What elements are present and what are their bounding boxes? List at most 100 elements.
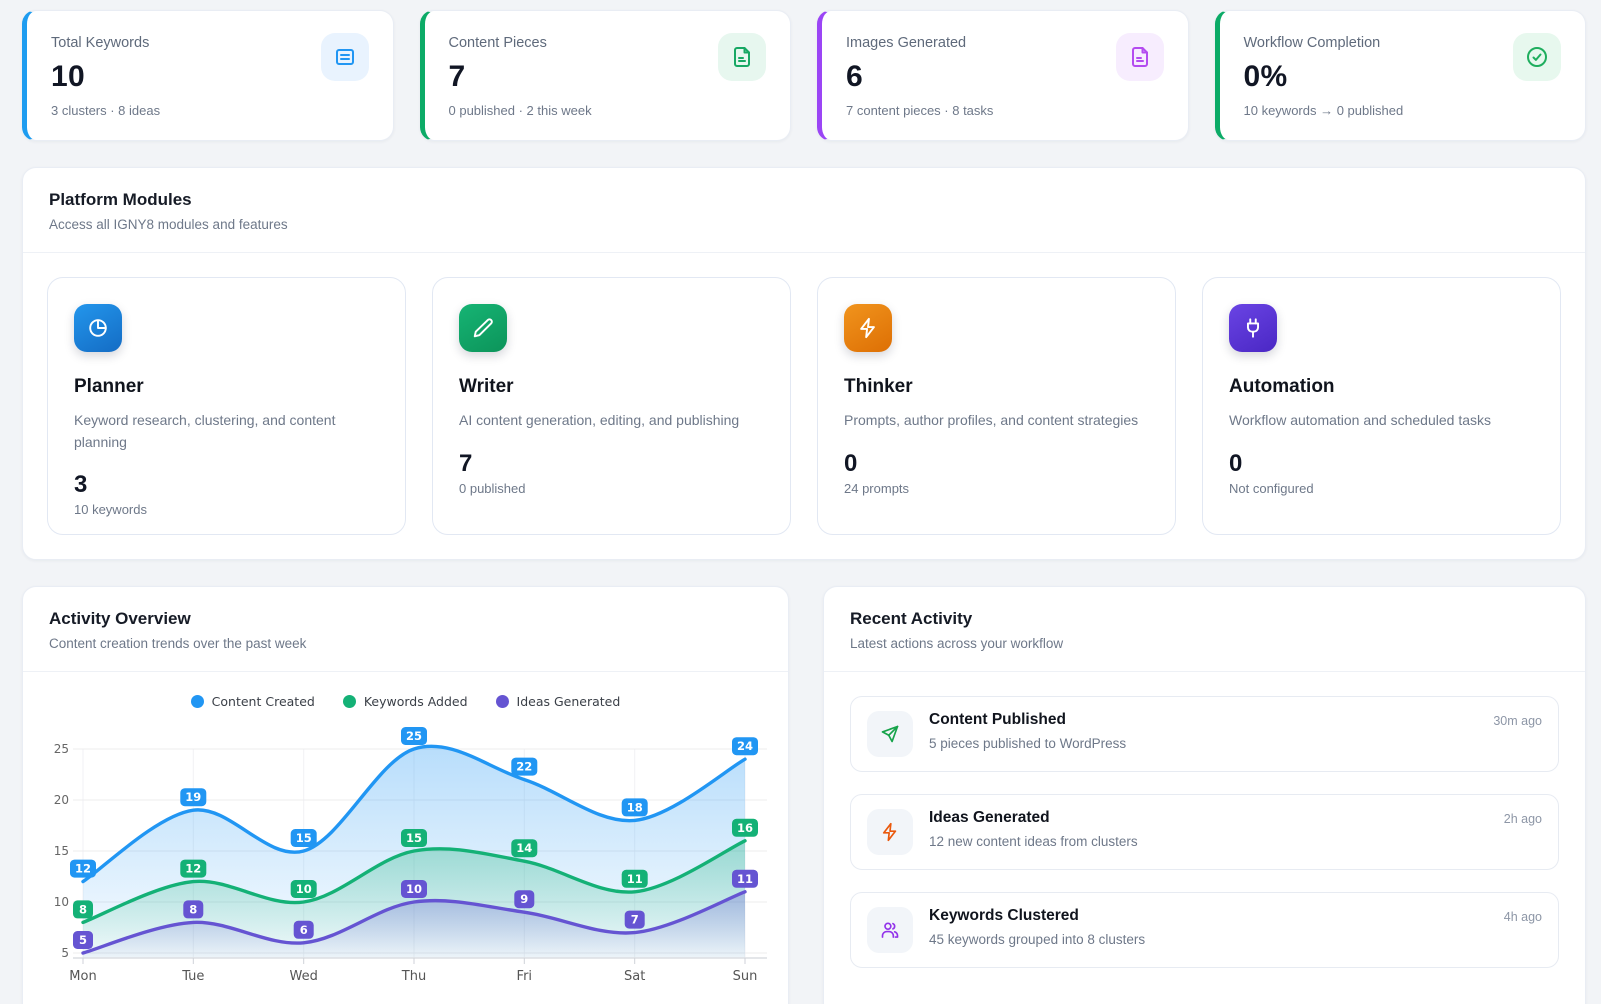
- recent-item-content-published[interactable]: Content Published5 pieces published to W…: [850, 696, 1559, 772]
- module-card-planner[interactable]: Planner Keyword research, clustering, and…: [47, 277, 406, 535]
- legend-item-0[interactable]: Content Created: [191, 694, 315, 709]
- recent-item-description: 45 keywords grouped into 8 clusters: [929, 932, 1488, 947]
- platform-modules-title: Platform Modules: [49, 190, 1559, 210]
- stat-icon-chip: [1513, 33, 1561, 81]
- activity-overview-panel: Activity Overview Content creation trend…: [22, 586, 789, 1004]
- stat-sub: 10 keywords → 0 published: [1244, 103, 1562, 118]
- svg-text:24: 24: [737, 739, 753, 753]
- recent-item-icon-chip: [867, 711, 913, 757]
- svg-text:5: 5: [61, 946, 69, 960]
- platform-modules-header: Platform Modules Access all IGNY8 module…: [23, 168, 1585, 253]
- module-sub-label: 10 keywords: [74, 502, 379, 517]
- module-value: 0: [1229, 450, 1534, 478]
- svg-text:7: 7: [631, 913, 639, 927]
- activity-chart: Content Created Keywords Added Ideas Gener…: [23, 672, 788, 985]
- svg-text:Mon: Mon: [69, 969, 96, 984]
- svg-text:18: 18: [627, 800, 643, 814]
- stat-sub: 3 clusters · 8 ideas: [51, 103, 369, 118]
- stat-card-workflow-completion: Workflow Completion0%10 keywords → 0 pub…: [1215, 10, 1587, 141]
- svg-text:Sat: Sat: [624, 969, 645, 984]
- recent-item-ideas-generated[interactable]: Ideas Generated 12 new content ideas from…: [850, 794, 1559, 870]
- svg-text:20: 20: [54, 793, 69, 807]
- svg-text:14: 14: [516, 841, 532, 855]
- module-description: AI content generation, editing, and publ…: [459, 410, 764, 432]
- chart-legend: Content Created Keywords Added Ideas Gener…: [35, 694, 776, 709]
- module-sub-label: Not configured: [1229, 481, 1534, 496]
- recent-activity-subtitle: Latest actions across your workflow: [850, 636, 1559, 651]
- svg-text:12: 12: [75, 862, 91, 876]
- pencil-icon: [472, 317, 494, 339]
- module-description: Prompts, author profiles, and content st…: [844, 410, 1149, 432]
- stat-card-content-pieces: Content Pieces70 published · 2 this week: [420, 10, 792, 141]
- modules-grid: Planner Keyword research, clustering, and…: [23, 253, 1585, 559]
- chart-canvas: 510152025MonTueWedThuFriSatSun1219152522…: [35, 719, 776, 985]
- module-card-automation[interactable]: AutomationWorkflow automation and schedu…: [1202, 277, 1561, 535]
- stat-sub: 7 content pieces · 8 tasks: [846, 103, 1164, 118]
- list-icon: [333, 45, 357, 69]
- file-icon: [1128, 45, 1152, 69]
- check-circle-icon: [1525, 45, 1549, 69]
- svg-text:5: 5: [79, 933, 87, 947]
- recent-activity-panel: Recent Activity Latest actions across yo…: [823, 586, 1586, 1004]
- platform-modules-subtitle: Access all IGNY8 modules and features: [49, 217, 1559, 232]
- module-value: 0: [844, 450, 1149, 478]
- svg-text:6: 6: [300, 923, 308, 937]
- module-card-thinker[interactable]: Thinker Prompts, author profiles, and con…: [817, 277, 1176, 535]
- zap-icon: [857, 317, 879, 339]
- module-sub-label: 0 published: [459, 481, 764, 496]
- svg-text:Fri: Fri: [517, 969, 533, 984]
- recent-item-time: 2h ago: [1504, 812, 1542, 826]
- module-value: 7: [459, 450, 764, 478]
- svg-text:11: 11: [737, 872, 753, 886]
- plug-icon: [1242, 317, 1264, 339]
- stat-card-total-keywords: Total Keywords103 clusters · 8 ideas: [22, 10, 394, 141]
- recent-item-body: Ideas Generated 12 new content ideas from…: [929, 809, 1488, 849]
- recent-item-time: 4h ago: [1504, 910, 1542, 924]
- svg-text:15: 15: [54, 844, 69, 858]
- svg-text:22: 22: [516, 760, 532, 774]
- platform-modules-panel: Platform Modules Access all IGNY8 module…: [22, 167, 1586, 560]
- module-name: Planner: [74, 376, 379, 398]
- recent-item-icon-chip: [867, 907, 913, 953]
- activity-overview-subtitle: Content creation trends over the past we…: [49, 636, 762, 651]
- stat-card-images-generated: Images Generated67 content pieces · 8 ta…: [817, 10, 1189, 141]
- legend-item-2[interactable]: Ideas Generated: [496, 694, 621, 709]
- recent-item-description: 12 new content ideas from clusters: [929, 834, 1488, 849]
- legend-label: Keywords Added: [364, 694, 468, 709]
- module-icon-chip: [74, 304, 122, 352]
- svg-text:19: 19: [185, 790, 201, 804]
- legend-dot-icon: [191, 695, 204, 708]
- dashboard-page: Total Keywords103 clusters · 8 ideasCont…: [22, 10, 1586, 1004]
- pie-chart-icon: [87, 317, 109, 339]
- recent-item-body: Keywords Clustered45 keywords grouped in…: [929, 907, 1488, 947]
- stat-icon-chip: [321, 33, 369, 81]
- legend-item-1[interactable]: Keywords Added: [343, 694, 468, 709]
- module-card-writer[interactable]: WriterAI content generation, editing, an…: [432, 277, 791, 535]
- svg-text:Wed: Wed: [290, 969, 318, 984]
- send-icon: [880, 724, 900, 744]
- module-description: Workflow automation and scheduled tasks: [1229, 410, 1534, 432]
- recent-item-keywords-clustered[interactable]: Keywords Clustered45 keywords grouped in…: [850, 892, 1559, 968]
- recent-item-icon-chip: [867, 809, 913, 855]
- module-name: Thinker: [844, 376, 1149, 398]
- svg-text:10: 10: [406, 882, 422, 896]
- legend-label: Content Created: [212, 694, 315, 709]
- recent-item-time: 30m ago: [1493, 714, 1542, 728]
- users-icon: [880, 920, 900, 940]
- legend-dot-icon: [343, 695, 356, 708]
- recent-item-title: Content Published: [929, 711, 1477, 729]
- svg-text:15: 15: [406, 831, 422, 845]
- svg-text:9: 9: [520, 892, 528, 906]
- stat-sub: 0 published · 2 this week: [449, 103, 767, 118]
- module-value: 3: [74, 471, 379, 499]
- svg-text:8: 8: [189, 902, 197, 916]
- stat-icon-chip: [1116, 33, 1164, 81]
- recent-activity-list: Content Published5 pieces published to W…: [824, 672, 1585, 992]
- recent-activity-header: Recent Activity Latest actions across yo…: [824, 587, 1585, 672]
- module-icon-chip: [459, 304, 507, 352]
- svg-text:10: 10: [54, 895, 69, 909]
- svg-text:15: 15: [296, 831, 312, 845]
- module-description: Keyword research, clustering, and conten…: [74, 410, 379, 453]
- svg-text:11: 11: [627, 872, 643, 886]
- recent-item-title: Ideas Generated: [929, 809, 1488, 827]
